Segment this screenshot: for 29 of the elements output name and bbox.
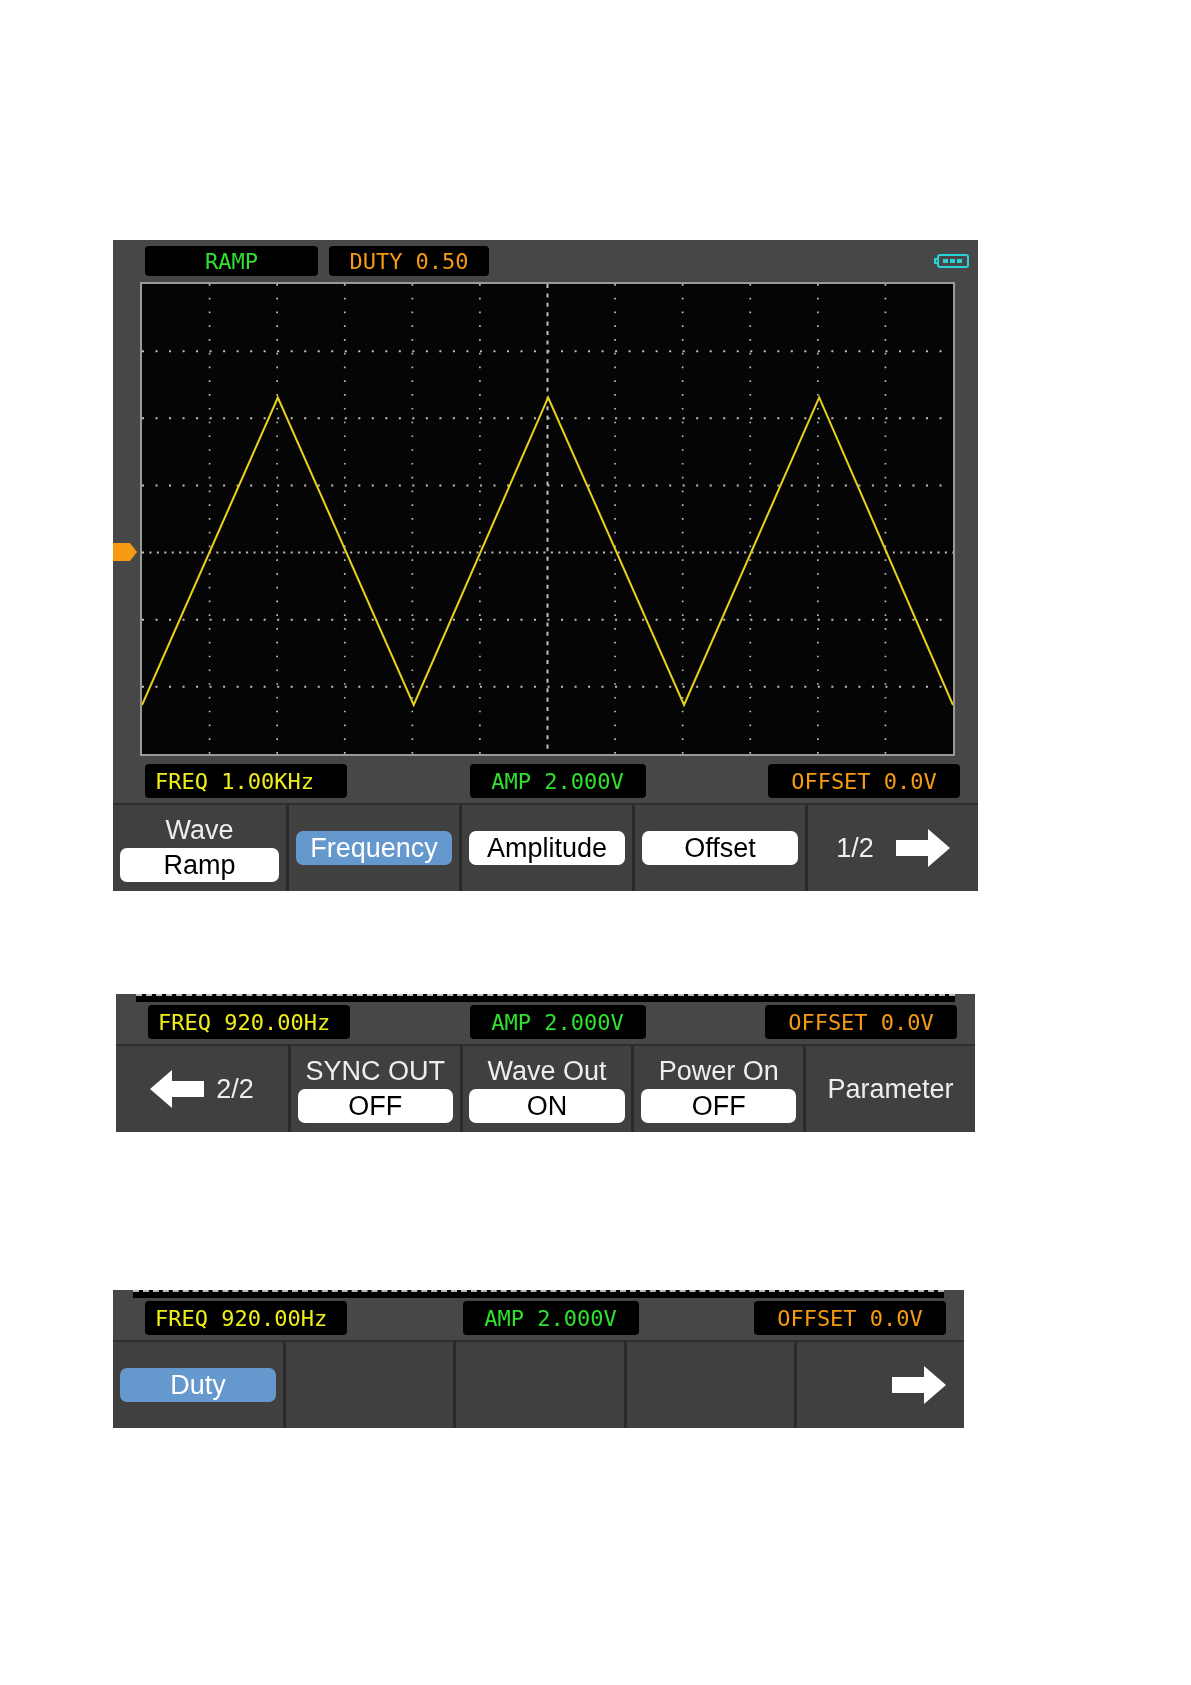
menu-label[interactable]: Parameter (827, 1073, 954, 1105)
amplitude-readout: AMP 2.000V (462, 1301, 639, 1335)
amplitude-readout: AMP 2.000V (469, 1005, 646, 1039)
battery-icon (934, 253, 970, 269)
frequency-readout: FREQ 920.00Hz (145, 1301, 347, 1335)
option-value-button[interactable]: ON (469, 1089, 625, 1123)
offset-readout: OFFSET 0.0V (754, 1301, 946, 1335)
frequency-readout: FREQ 1.00KHz (145, 764, 347, 798)
menu-button[interactable]: Amplitude (468, 831, 626, 865)
arrow-left-icon[interactable] (150, 1070, 205, 1108)
offset-readout: OFFSET 0.0V (768, 764, 960, 798)
option-label: Wave Out (487, 1055, 607, 1087)
frequency-readout: FREQ 920.00Hz (148, 1005, 350, 1039)
option-label: Power On (658, 1055, 779, 1087)
option-value-button[interactable]: OFF (297, 1089, 453, 1123)
option-label: SYNC OUT (305, 1055, 445, 1087)
option-label: Wave (165, 814, 234, 846)
offset-readout: OFFSET 0.0V (765, 1005, 957, 1039)
waveform-type-readout: RAMP (145, 246, 318, 276)
page-indicator: 2/2 (216, 1073, 254, 1105)
arrow-right-icon[interactable] (895, 829, 950, 867)
amplitude-readout: AMP 2.000V (469, 764, 646, 798)
option-value-button[interactable]: OFF (641, 1089, 797, 1123)
page-indicator: 1/2 (836, 832, 874, 864)
arrow-right-icon[interactable] (892, 1366, 946, 1404)
option-value-button[interactable]: Ramp (119, 848, 280, 882)
menu-button[interactable]: Offset (641, 831, 799, 865)
offset-marker-icon (113, 543, 137, 561)
duty-readout: DUTY 0.50 (329, 246, 489, 276)
